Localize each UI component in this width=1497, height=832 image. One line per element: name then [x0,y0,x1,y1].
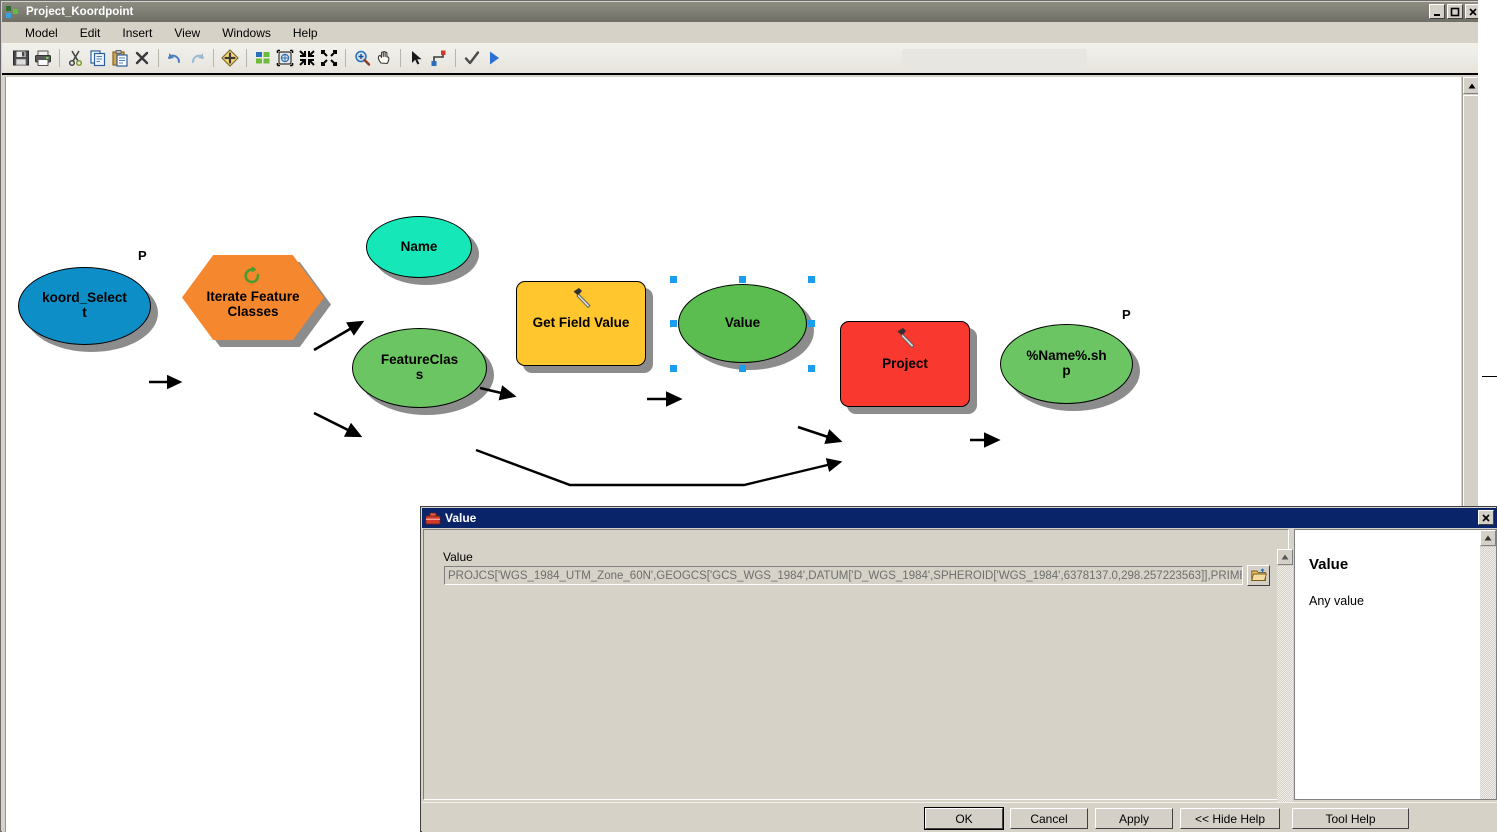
zoom-tool-button[interactable] [351,47,373,69]
hammer-icon [894,326,920,357]
menu-item-model[interactable]: Model [14,24,69,42]
toolbar-separator [455,49,456,67]
toolbar [2,43,1485,75]
node-get-field-value[interactable]: Get Field Value [516,281,653,373]
node-body [366,216,472,278]
value-field-row: PROJCS['WGS_1984_UTM_Zone_60N',GEOGCS['G… [444,565,1270,586]
parameters-scrollbar[interactable] [1277,549,1293,823]
node-project[interactable]: Project [840,321,977,414]
selection-handle[interactable] [739,276,746,283]
scrollbar-track[interactable] [1480,547,1496,799]
add-data-button[interactable] [219,47,241,69]
window-title: Project_Koordpoint [26,6,134,18]
selection-handle[interactable] [808,276,815,283]
help-text: Any value [1309,594,1364,608]
menu-item-insert[interactable]: Insert [111,24,163,42]
toolbar-separator [400,49,401,67]
node-koord-select[interactable]: koord_Select t [18,267,158,352]
node-name[interactable]: Name [366,216,479,285]
parameters-pane: Value PROJCS['WGS_1984_UTM_Zone_60N',GEO… [423,529,1289,800]
node-body [1000,324,1133,404]
delete-button[interactable] [131,47,153,69]
menu-item-view[interactable]: View [163,24,211,42]
value-dialog: Value Value PROJCS['WGS_1984_UTM_Zone_60… [420,506,1497,832]
dialog-title-bar: Value [422,508,1497,528]
strip-tick-mark [1482,376,1497,377]
window-controls [1429,4,1481,19]
node-output-shp[interactable]: %Name%.sh p [1000,324,1140,411]
scroll-up-arrow-icon[interactable] [1277,549,1293,565]
undo-button[interactable] [164,47,186,69]
node-featureclass[interactable]: FeatureClas s [352,328,494,415]
node-body [18,267,151,345]
dialog-footer: OK Cancel Apply << Hide Help Tool Help [422,802,1497,832]
node-body [352,328,487,408]
toolbox-icon [425,511,441,525]
selection-handle[interactable] [739,365,746,372]
model-icon [6,5,22,19]
pan-tool-button[interactable] [373,47,395,69]
ok-button[interactable]: OK [924,807,1004,830]
print-button[interactable] [32,47,54,69]
hide-help-button[interactable]: << Hide Help [1180,808,1280,829]
redo-button[interactable] [186,47,208,69]
paste-button[interactable] [109,47,131,69]
hammer-icon [570,286,596,317]
help-pane: Value Any value [1294,529,1497,800]
toolbar-separator [59,49,60,67]
value-field-label: Value [443,550,473,564]
menu-item-help[interactable]: Help [282,24,329,42]
toolbar-separator [246,49,247,67]
browse-button[interactable] [1247,565,1270,586]
node-body [678,284,807,363]
help-title: Value [1309,556,1349,573]
selection-handle[interactable] [670,365,677,372]
zoom-out-button[interactable] [296,47,318,69]
run-button[interactable] [483,47,505,69]
auto-layout-button[interactable] [252,47,274,69]
save-button[interactable] [10,47,32,69]
selection-handle[interactable] [670,320,677,327]
select-tool-button[interactable] [406,47,428,69]
menu-item-windows[interactable]: Windows [211,24,282,42]
toolbar-background-panel [902,49,1087,71]
selection-handle[interactable] [670,276,677,283]
scrollbar-track[interactable] [1277,566,1293,806]
apply-button[interactable]: Apply [1095,808,1173,829]
cut-button[interactable] [65,47,87,69]
open-folder-icon [1250,568,1267,581]
menu-item-edit[interactable]: Edit [69,24,112,42]
maximize-button[interactable] [1447,4,1463,19]
window-title-bar: Project_Koordpoint [2,2,1485,22]
dialog-title: Value [445,511,477,525]
cancel-button[interactable]: Cancel [1010,808,1088,829]
selection-handle[interactable] [808,320,815,327]
node-value[interactable]: Value [678,284,814,370]
toolbar-separator [345,49,346,67]
toolbar-separator [158,49,159,67]
dialog-close-button[interactable] [1478,510,1494,525]
loop-arrow-icon [241,265,265,294]
minimize-button[interactable] [1429,4,1445,19]
full-extent-button[interactable] [274,47,296,69]
copy-button[interactable] [87,47,109,69]
toolbar-separator [213,49,214,67]
validate-button[interactable] [461,47,483,69]
selection-handle[interactable] [808,365,815,372]
connect-tool-button[interactable] [428,47,450,69]
dialog-body: Value PROJCS['WGS_1984_UTM_Zone_60N',GEO… [422,528,1497,823]
value-input[interactable]: PROJCS['WGS_1984_UTM_Zone_60N',GEOGCS['G… [444,566,1243,585]
scroll-up-arrow-icon[interactable] [1480,530,1496,546]
zoom-in-button[interactable] [318,47,340,69]
help-scrollbar[interactable] [1480,530,1496,799]
tool-help-button[interactable]: Tool Help [1292,808,1409,829]
menu-bar: Model Edit Insert View Windows Help [2,22,1485,43]
